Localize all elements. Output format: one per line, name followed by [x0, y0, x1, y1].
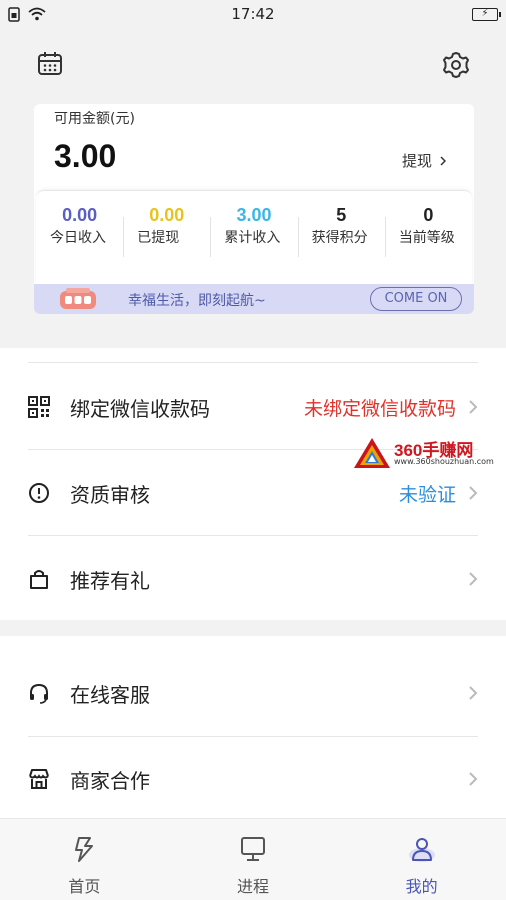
calendar-icon[interactable] [36, 50, 64, 78]
menu-item-merchant[interactable]: 商家合作 [28, 736, 478, 822]
store-icon [29, 769, 49, 789]
stat-label: 累计收入 [224, 230, 281, 246]
watermark-logo-icon [354, 438, 390, 468]
chevron-right-icon [469, 486, 478, 500]
stat-label: 获得积分 [311, 230, 368, 246]
status-bar: 17:42 ⚡ [0, 0, 506, 28]
chevron-right-icon [440, 155, 446, 166]
watermark: 360手赚网 www.360shouzhuan.com [352, 436, 506, 470]
balance-label: 可用金额(元) [54, 111, 135, 127]
shopping-bag-icon [30, 570, 48, 589]
menu-label: 推荐有礼 [70, 568, 150, 593]
monitor-icon [241, 837, 265, 861]
tab-label: 首页 [68, 877, 101, 896]
lightning-icon [75, 837, 94, 862]
tab-progress[interactable]: 进程 [169, 819, 338, 900]
banner-text: 幸福生活，即刻起航~ [128, 293, 266, 309]
withdraw-label: 提现 [401, 152, 432, 170]
menu-group-service: 在线客服 商家合作 [0, 636, 506, 818]
gift-box-icon [60, 288, 96, 309]
user-icon [408, 838, 435, 862]
battery-icon: ⚡ [472, 7, 501, 21]
menu-item-referral[interactable]: 推荐有礼 [28, 536, 478, 622]
menu-item-support[interactable]: 在线客服 [28, 650, 478, 736]
verification-status: 未验证 [398, 483, 456, 506]
tab-home[interactable]: 首页 [0, 819, 169, 900]
stat-withdrawn[interactable]: 0.00 已提现 [123, 191, 210, 284]
stat-value: 0 [423, 205, 434, 225]
chevron-right-icon [469, 686, 478, 700]
promo-banner[interactable]: 幸福生活，即刻起航~ COME ON [34, 284, 474, 314]
stat-label: 已提现 [137, 230, 180, 246]
menu-label: 商家合作 [70, 768, 150, 793]
stat-level[interactable]: 0 当前等级 [384, 191, 472, 284]
tab-mine[interactable]: 我的 [337, 819, 506, 900]
settings-gear-icon[interactable] [441, 50, 471, 80]
headset-icon [30, 683, 48, 704]
tab-label: 我的 [405, 877, 438, 896]
stat-value: 5 [336, 205, 347, 225]
wifi-icon [28, 7, 46, 21]
stat-value: 3.00 [236, 205, 272, 225]
bind-status: 未绑定微信收款码 [303, 397, 456, 420]
stat-today-income[interactable]: 0.00 今日收入 [36, 191, 123, 284]
stat-label: 今日收入 [50, 230, 106, 246]
balance-value: 3.00 [54, 138, 117, 174]
alert-circle-icon [29, 483, 49, 503]
chevron-right-icon [469, 572, 478, 586]
menu-group-account: 绑定微信收款码 未绑定微信收款码 资质审核 未验证 推荐有礼 [0, 348, 506, 620]
menu-label: 资质审核 [70, 482, 150, 507]
divider [28, 362, 478, 363]
chevron-right-icon [469, 772, 478, 786]
menu-label: 绑定微信收款码 [70, 396, 210, 421]
battery-charging-glyph: ⚡ [481, 8, 489, 19]
stat-label: 当前等级 [398, 230, 455, 246]
stats-row: 0.00 今日收入 0.00 已提现 3.00 累计收入 5 获得积分 0 当前… [36, 190, 472, 284]
stat-value: 0.00 [62, 205, 98, 225]
status-time: 17:42 [231, 5, 275, 23]
qr-code-icon [28, 396, 50, 418]
watermark-url: www.360shouzhuan.com [394, 457, 494, 466]
bottom-tab-bar: 首页 进程 我的 [0, 818, 506, 900]
balance-card: 可用金额(元) 3.00 提现 0.00 今日收入 0.00 已提现 3.00 … [34, 104, 474, 314]
withdraw-link[interactable]: 提现 [402, 150, 446, 171]
chevron-right-icon [469, 400, 478, 414]
menu-label: 在线客服 [70, 682, 150, 707]
sim-icon [8, 6, 20, 22]
header-actions [0, 48, 506, 82]
tab-label: 进程 [237, 877, 270, 896]
come-on-button[interactable]: COME ON [370, 287, 462, 311]
stat-value: 0.00 [149, 205, 185, 225]
stat-points[interactable]: 5 获得积分 [297, 191, 385, 284]
stat-total-income[interactable]: 3.00 累计收入 [210, 191, 297, 284]
